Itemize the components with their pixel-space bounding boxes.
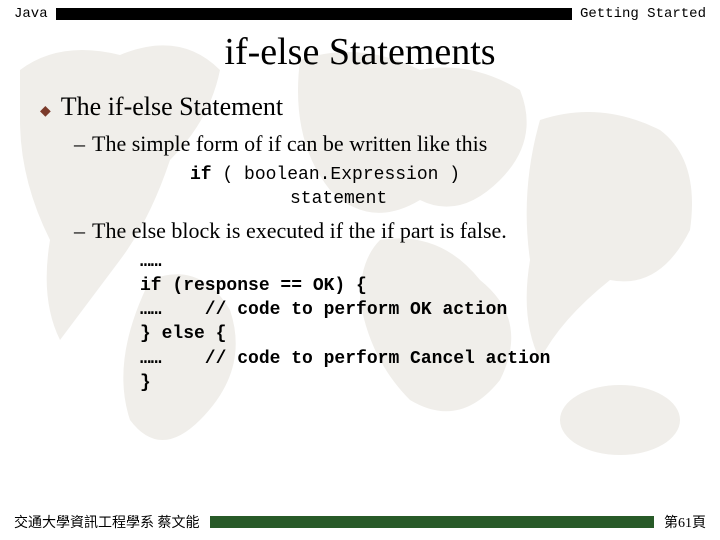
dash-icon: – xyxy=(74,218,92,244)
header-bar xyxy=(56,8,572,20)
bullet-level2-1: –The simple form of if can be written li… xyxy=(74,131,680,157)
code-block-1: if ( boolean.Expression ) statement xyxy=(190,163,680,212)
bullet-icon: ◆ xyxy=(40,95,51,123)
sub-text: The simple form of if can be written lik… xyxy=(92,131,487,156)
footer-left: 交通大學資訊工程學系 蔡文能 xyxy=(14,512,200,532)
footer-bar xyxy=(210,516,655,528)
slide-header: Java Getting Started xyxy=(0,0,720,22)
bullet-text: The if-else Statement xyxy=(61,92,283,122)
bullet-level1: ◆ The if-else Statement xyxy=(40,92,680,123)
code-keyword: if xyxy=(190,165,212,185)
slide-title: if-else Statements xyxy=(0,30,720,74)
header-left: Java xyxy=(14,6,48,22)
bullet-level2-2: –The else block is executed if the if pa… xyxy=(74,218,680,244)
slide-footer: 交通大學資訊工程學系 蔡文能 第61頁 xyxy=(0,512,720,532)
slide-body: ◆ The if-else Statement –The simple form… xyxy=(0,92,720,395)
code-line2: statement xyxy=(190,187,680,211)
code-block-2: …… if (response == OK) { …… // code to p… xyxy=(140,250,680,396)
header-right: Getting Started xyxy=(580,6,706,22)
footer-right: 第61頁 xyxy=(664,512,706,532)
code-rest: ( boolean.Expression ) xyxy=(212,165,460,185)
sub-text: The else block is executed if the if par… xyxy=(92,218,507,243)
dash-icon: – xyxy=(74,131,92,157)
